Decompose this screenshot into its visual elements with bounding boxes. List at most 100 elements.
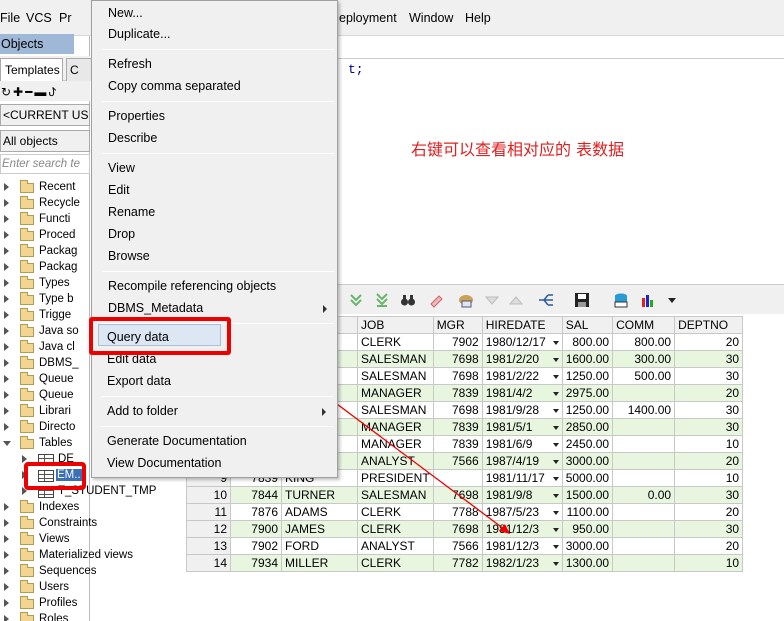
object-type-selector[interactable]: All objects (0, 130, 90, 152)
cell-job[interactable]: CLERK (357, 554, 434, 572)
cell-deptno[interactable]: 20 (674, 452, 744, 470)
cell-job[interactable]: CLERK (357, 333, 434, 351)
single-record-view-icon[interactable] (538, 292, 554, 308)
cell-mgr[interactable]: 7698 (432, 367, 483, 385)
table-row[interactable]: 12 7900 JAMES CLERK 7698 1981/12/3 950.00 30 (186, 520, 744, 538)
cell-mgr[interactable]: 7788 (432, 503, 483, 521)
cell-hiredate[interactable]: 1981/12/3 (481, 537, 563, 555)
tree-item-queue-tables[interactable]: Queue (0, 388, 90, 404)
cell-hiredate[interactable]: 1981/2/20 (481, 350, 563, 368)
tree-item-constraints[interactable]: Constraints (0, 516, 186, 532)
menu-item-browse[interactable]: Browse (108, 249, 150, 263)
tree-item-functions[interactable]: Functi (0, 212, 90, 228)
expand-icon[interactable] (4, 263, 9, 271)
menu-item-view-documentation[interactable]: View Documentation (107, 456, 221, 470)
cell-ename[interactable]: FORD (281, 537, 358, 555)
tree-item-recycle[interactable]: Recycle (0, 196, 90, 212)
clear-icon[interactable] (428, 292, 444, 308)
cell-deptno[interactable]: 30 (674, 401, 744, 419)
expand-icon[interactable] (4, 183, 9, 191)
cell-deptno[interactable]: 30 (674, 486, 744, 504)
tree-item-roles[interactable]: Roles (0, 612, 186, 621)
tree-item-procedures[interactable]: Proced (0, 228, 90, 244)
cell-deptno[interactable]: 20 (674, 537, 744, 555)
cell-deptno[interactable]: 20 (674, 503, 744, 521)
expand-icon[interactable] (4, 311, 9, 319)
cell-job[interactable]: SALESMAN (357, 367, 434, 385)
save-icon[interactable] (574, 292, 590, 308)
cell-deptno[interactable]: 10 (674, 435, 744, 453)
cell-comm[interactable] (612, 384, 676, 402)
cell-deptno[interactable]: 30 (674, 367, 744, 385)
expand-icon[interactable] (4, 279, 9, 287)
cell-ename[interactable]: ADAMS (281, 503, 358, 521)
cell-mgr[interactable]: 7902 (432, 333, 483, 351)
menu-item-rename[interactable]: Rename (108, 205, 155, 219)
cell-comm[interactable]: 1400.00 (612, 401, 676, 419)
tree-item-java-classes[interactable]: Java cl (0, 340, 90, 356)
cell-hiredate[interactable]: 1981/12/3 (481, 520, 563, 538)
menu-project[interactable]: Pr (59, 11, 72, 25)
cell-empno[interactable]: 7900 (230, 520, 282, 538)
cell-job[interactable]: ANALYST (357, 452, 434, 470)
row-number[interactable]: 11 (186, 503, 231, 521)
menu-item-generate-documentation[interactable]: Generate Documentation (107, 434, 247, 448)
expand-icon[interactable] (4, 519, 9, 527)
cell-sal[interactable]: 1250.00 (561, 401, 614, 419)
menu-file[interactable]: File (0, 11, 20, 25)
tree-item-views[interactable]: Views (0, 532, 186, 548)
cell-job[interactable]: CLERK (357, 520, 434, 538)
expand-icon[interactable] (4, 423, 9, 431)
cell-sal[interactable]: 1600.00 (561, 350, 614, 368)
menu-item-edit[interactable]: Edit (108, 183, 130, 197)
cell-mgr[interactable]: 7566 (432, 452, 483, 470)
cell-sal[interactable]: 950.00 (561, 520, 614, 538)
cell-deptno[interactable]: 10 (674, 469, 744, 487)
cell-ename[interactable]: TURNER (281, 486, 358, 504)
cell-sal[interactable]: 2450.00 (561, 435, 614, 453)
cell-job[interactable]: PRESIDENT (357, 469, 434, 487)
expand-icon[interactable] (4, 247, 9, 255)
tree-item-users[interactable]: Users (0, 580, 186, 596)
table-row[interactable]: 11 7876 ADAMS CLERK 7788 1987/5/23 1100.00 20 (186, 503, 744, 521)
tree-item-queues[interactable]: Queue (0, 372, 90, 388)
cell-mgr[interactable]: 7566 (432, 537, 483, 555)
expand-icon[interactable] (4, 375, 9, 383)
cell-sal[interactable]: 1300.00 (561, 554, 614, 572)
menu-vcs[interactable]: VCS (26, 11, 52, 25)
table-row[interactable]: 10 7844 TURNER SALESMAN 7698 1981/9/8 1500.00 0… (186, 486, 744, 504)
menu-item-drop[interactable]: Drop (108, 227, 135, 241)
cell-mgr[interactable]: 7782 (432, 554, 483, 572)
cell-mgr[interactable]: 7839 (432, 384, 483, 402)
menu-item-dbms-metadata[interactable]: DBMS_Metadata (108, 301, 203, 315)
menu-item-export-data[interactable]: Export data (107, 374, 171, 388)
menu-item-describe[interactable]: Describe (108, 131, 157, 145)
search-input[interactable]: Enter search te (0, 154, 90, 174)
cell-job[interactable]: CLERK (357, 503, 434, 521)
cell-ename[interactable]: JAMES (281, 520, 358, 538)
chart-icon[interactable] (640, 292, 656, 308)
cell-comm[interactable]: 300.00 (612, 350, 676, 368)
tree-item-java-sources[interactable]: Java so (0, 324, 90, 340)
cell-comm[interactable] (612, 537, 676, 555)
tree-item-libraries[interactable]: Librari (0, 404, 90, 420)
tree-item-sequences[interactable]: Sequences (0, 564, 186, 580)
cell-deptno[interactable]: 30 (674, 350, 744, 368)
menu-item-new[interactable]: New... (108, 6, 143, 20)
expand-icon[interactable] (4, 599, 9, 607)
cell-hiredate[interactable]: 1981/2/22 (481, 367, 563, 385)
expand-icon[interactable] (4, 327, 9, 335)
cell-mgr[interactable]: 7698 (432, 486, 483, 504)
fetch-icon[interactable] (458, 292, 474, 308)
cell-job[interactable]: MANAGER (357, 384, 434, 402)
menu-item-duplicate[interactable]: Duplicate... (108, 27, 171, 41)
cell-sal[interactable]: 2975.00 (561, 384, 614, 402)
expand-icon[interactable] (4, 343, 9, 351)
menu-item-properties[interactable]: Properties (108, 109, 165, 123)
next-record-icon[interactable] (348, 292, 364, 308)
cell-sal[interactable]: 1250.00 (561, 367, 614, 385)
column-header-comm[interactable]: COMM (612, 316, 676, 334)
menu-item-add-to-folder[interactable]: Add to folder (107, 404, 178, 418)
cell-deptno[interactable]: 30 (674, 520, 744, 538)
expand-icon[interactable] (4, 551, 9, 559)
